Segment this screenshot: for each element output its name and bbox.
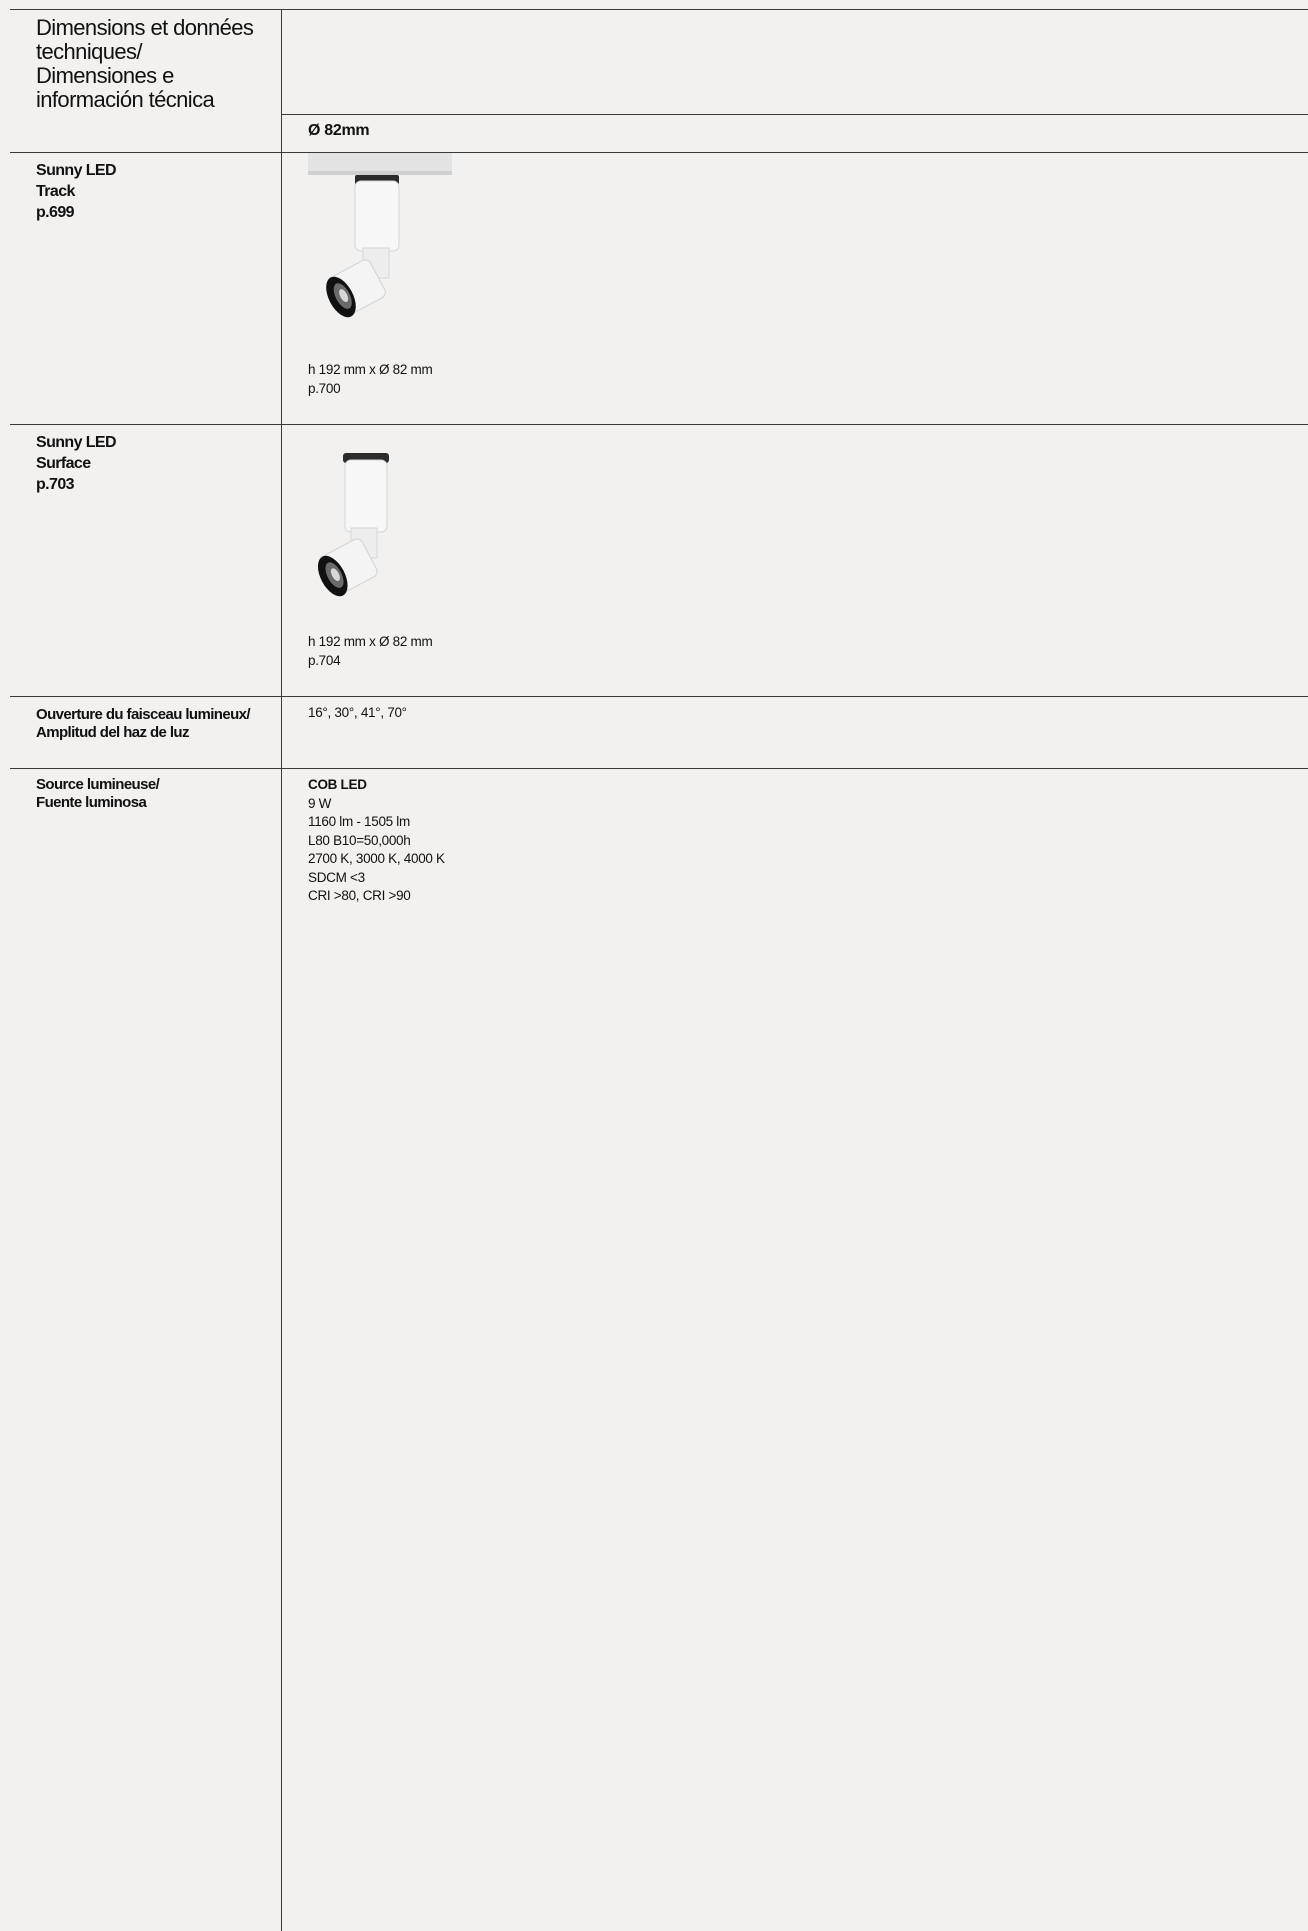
- column-header-rule: [281, 114, 1308, 115]
- label-line: Source lumineuse/: [36, 776, 160, 793]
- header-bottom-rule: [10, 152, 1308, 153]
- source-power: 9 W: [308, 795, 332, 811]
- source-lifetime: L80 B10=50,000h: [308, 832, 411, 848]
- row-label-surface: Sunny LED Surface p.703: [36, 432, 281, 495]
- label-line: Amplitud del haz de luz: [36, 724, 189, 741]
- title-line: Dimensions et données: [36, 15, 254, 40]
- beam-angle-values: 16°, 30°, 41°, 70°: [308, 705, 407, 720]
- surface-page-ref: p.704: [308, 652, 341, 668]
- surface-row-bottom-rule: [10, 696, 1308, 697]
- label-line: Track: [36, 183, 75, 200]
- source-type: COB LED: [308, 777, 367, 792]
- label-line: Ouverture du faisceau lumineux/: [36, 706, 251, 723]
- title-line: techniques/: [36, 39, 143, 64]
- track-page-ref: p.700: [308, 380, 341, 396]
- row-label-track: Sunny LED Track p.699: [36, 160, 281, 223]
- label-line: p.703: [36, 476, 75, 493]
- beam-row-bottom-rule: [10, 768, 1308, 769]
- track-specs: h 192 mm x Ø 82 mm p.700: [308, 361, 433, 398]
- source-cct: 2700 K, 3000 K, 4000 K: [308, 851, 445, 866]
- surface-spotlight-icon: [317, 453, 389, 597]
- title-line: Dimensiones e: [36, 63, 174, 88]
- beam-angles: 16°, 30°, 41°, 70°: [308, 704, 407, 723]
- surface-dimensions: h 192 mm x Ø 82 mm: [308, 634, 433, 649]
- column-header-diameter: Ø 82mm: [308, 122, 370, 139]
- surface-specs: h 192 mm x Ø 82 mm p.704: [308, 633, 433, 670]
- title-line: información técnica: [36, 87, 215, 112]
- label-line: Fuente luminosa: [36, 794, 147, 811]
- track-spotlight-icon: [308, 153, 452, 318]
- column-divider: [281, 9, 282, 1931]
- row-label-source: Source lumineuse/ Fuente luminosa: [36, 776, 281, 812]
- row-label-beam: Ouverture du faisceau lumineux/ Amplitud…: [36, 706, 281, 742]
- source-cri: CRI >80, CRI >90: [308, 888, 411, 903]
- track-dimensions: h 192 mm x Ø 82 mm: [308, 362, 433, 377]
- source-sdcm: SDCM <3: [308, 869, 365, 885]
- table-top-rule: [10, 9, 1308, 10]
- label-line: Surface: [36, 455, 91, 472]
- page-title: Dimensions et données techniques/ Dimens…: [36, 16, 276, 112]
- label-line: Sunny LED: [36, 162, 117, 179]
- light-source-specs: COB LED 9 W 1160 lm - 1505 lm L80 B10=50…: [308, 776, 445, 906]
- source-lumens: 1160 lm - 1505 lm: [308, 814, 410, 829]
- label-line: p.699: [36, 204, 75, 221]
- label-line: Sunny LED: [36, 434, 117, 451]
- track-row-bottom-rule: [10, 424, 1308, 425]
